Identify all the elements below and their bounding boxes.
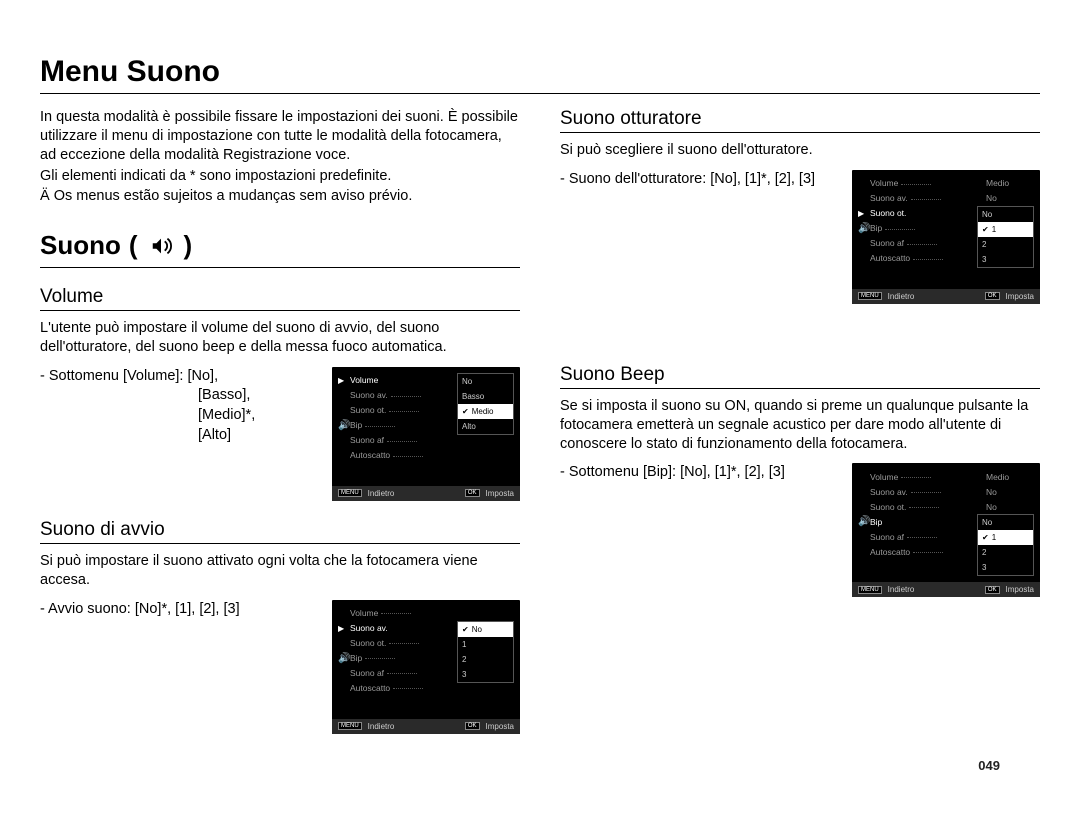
- beep-text: Se si imposta il suono su ON, quando si …: [560, 397, 1040, 454]
- sound-section-title: Suono: [40, 230, 121, 261]
- beep-submenu-row: - Sottomenu [Bip]: [No], [1]*, [2], [3] …: [560, 463, 1040, 597]
- startup-submenu-row: - Avvio suono: [No]*, [1], [2], [3] Volu…: [40, 600, 520, 734]
- volume-heading: Volume: [40, 286, 520, 308]
- two-column-layout: In questa modalità è possibile fissare l…: [40, 108, 1040, 734]
- speaker-icon: [146, 234, 176, 258]
- left-column: In questa modalità è possibile fissare l…: [40, 108, 520, 734]
- volume-submenu-text: - Sottomenu [Volume]: [No], [Basso], [Me…: [40, 367, 255, 445]
- right-column: Suono otturatore Si può scegliere il suo…: [560, 108, 1040, 734]
- beep-submenu: - Sottomenu [Bip]: [No], [1]*, [2], [3]: [560, 463, 785, 483]
- volume-text: L'utente può impostare il volume del suo…: [40, 319, 520, 357]
- intro-block: In questa modalità è possibile fissare l…: [40, 108, 520, 206]
- sound-rule: [40, 267, 520, 268]
- startup-lcd: Volume▶Suono av.:Suono ot.🔊BipSuono afAu…: [332, 600, 520, 734]
- beep-lcd: VolumeMedioSuono av.NoSuono ot.No🔊Bip:Su…: [852, 463, 1040, 597]
- volume-submenu-row: - Sottomenu [Volume]: [No], [Basso], [Me…: [40, 367, 520, 501]
- sound-section-heading: Suono ( ): [40, 230, 520, 261]
- volume-lcd: ▶Volume:Suono av.Suono ot.🔊BipSuono afAu…: [332, 367, 520, 501]
- close-paren: ): [184, 230, 193, 261]
- beep-rule: [560, 388, 1040, 389]
- volume-submenu-label: - Sottomenu [Volume]: [No],: [40, 368, 218, 384]
- title-rule: [40, 93, 1040, 94]
- startup-submenu: - Avvio suono: [No]*, [1], [2], [3]: [40, 600, 240, 620]
- intro-bullet: Gli elementi indicati da * sono impostaz…: [40, 167, 520, 186]
- page-title: Menu Suono: [40, 55, 1040, 89]
- volume-submenu-options: [Basso], [Medio]*, [Alto]: [40, 386, 255, 445]
- startup-heading: Suono di avvio: [40, 519, 520, 541]
- shutter-submenu: - Suono dell'otturatore: [No], [1]*, [2]…: [560, 170, 815, 190]
- startup-rule: [40, 543, 520, 544]
- shutter-submenu-row: - Suono dell'otturatore: [No], [1]*, [2]…: [560, 170, 1040, 304]
- intro-paragraph: In questa modalità è possibile fissare l…: [40, 108, 520, 165]
- intro-note: Ä Os menus estão sujeitos a mudanças sem…: [40, 187, 520, 206]
- open-paren: (: [129, 230, 138, 261]
- shutter-text: Si può scegliere il suono dell'otturator…: [560, 141, 1040, 160]
- shutter-heading: Suono otturatore: [560, 108, 1040, 130]
- shutter-lcd: VolumeMedioSuono av.No▶Suono ot.:🔊BipSuo…: [852, 170, 1040, 304]
- page-number: 049: [978, 758, 1000, 773]
- beep-heading: Suono Beep: [560, 364, 1040, 386]
- shutter-rule: [560, 132, 1040, 133]
- volume-rule: [40, 310, 520, 311]
- startup-text: Si può impostare il suono attivato ogni …: [40, 552, 520, 590]
